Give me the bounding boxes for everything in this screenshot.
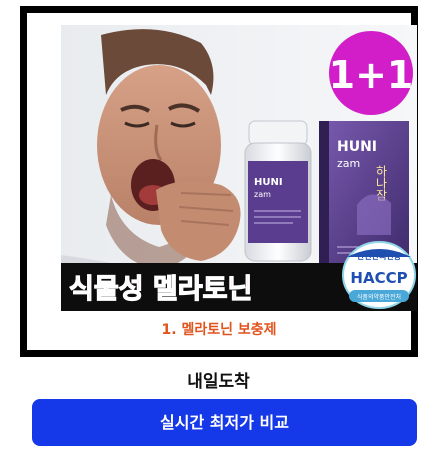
- svg-text:HUNI: HUNI: [254, 177, 283, 188]
- svg-text:HACCP: HACCP: [350, 269, 407, 287]
- svg-text:식물성 멜라토닌: 식물성 멜라토닌: [69, 274, 252, 305]
- product-card[interactable]: 1+1 HUNI zam HUNI zam 하나잠 식물성 멜라토닌 안전관리인…: [20, 6, 418, 357]
- svg-text:1+1: 1+1: [329, 53, 414, 97]
- svg-text:zam: zam: [254, 190, 271, 199]
- svg-text:식품의약품안전처: 식품의약품안전처: [357, 293, 401, 301]
- haccp-certification-badge: 안전관리인증 HACCP 식품의약품안전처: [342, 241, 416, 309]
- product-name[interactable]: 1. 멜라토닌 보충제: [27, 319, 411, 339]
- one-plus-one-badge: 1+1: [329, 31, 414, 115]
- svg-text:zam: zam: [337, 157, 360, 170]
- supplement-bottle: HUNI zam: [244, 120, 312, 262]
- product-image[interactable]: 1+1 HUNI zam HUNI zam 하나잠 식물성 멜라토닌 안전관리인…: [61, 25, 417, 311]
- svg-text:안전관리인증: 안전관리인증: [357, 251, 402, 261]
- svg-text:HUNI: HUNI: [337, 139, 377, 155]
- delivery-badge: 내일도착: [187, 372, 250, 392]
- price-compare-button[interactable]: 실시간 최저가 비교: [32, 399, 417, 446]
